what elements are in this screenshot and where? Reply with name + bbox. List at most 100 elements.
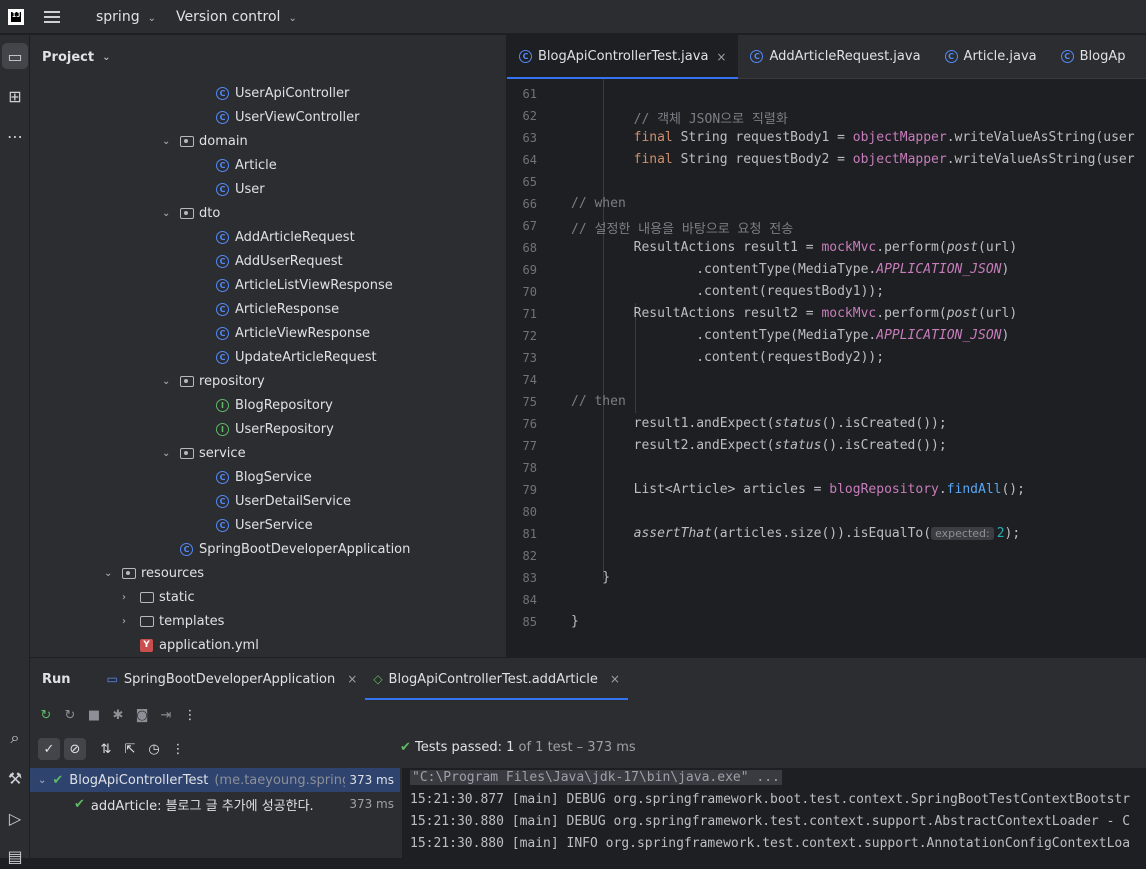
tree-item[interactable]: C ArticleResponse <box>216 297 339 321</box>
tree-item[interactable]: C AddArticleRequest <box>216 225 355 249</box>
tree-item[interactable]: ⌄ repository <box>162 369 265 393</box>
tree-item[interactable]: C User <box>216 177 265 201</box>
close-icon[interactable]: × <box>610 672 620 686</box>
test-result-row[interactable]: ⌄ ✔ BlogApiControllerTest (me.taeyoung.spri… <box>30 768 400 792</box>
chevron-down-icon[interactable]: ⌄ <box>162 208 176 219</box>
code-area[interactable]: 61 62 // 객체 JSON으로 직렬화 63 final String req… <box>507 79 1146 657</box>
code-line[interactable]: assertThat(articles.size()).isEqualTo(ex… <box>571 526 1021 541</box>
code-line[interactable]: final String requestBody2 = objectMapper… <box>571 152 1135 167</box>
code-line[interactable]: // then <box>571 394 626 409</box>
console-line: "C:\Program Files\Java\jdk-17\bin\java.e… <box>410 770 782 785</box>
close-icon[interactable]: × <box>716 50 726 64</box>
project-panel-header[interactable]: Project ⌄ <box>30 35 506 79</box>
tree-item[interactable]: I BlogRepository <box>216 393 333 417</box>
code-line[interactable]: .contentType(MediaType.APPLICATION_JSON) <box>571 328 1009 343</box>
editor-tab[interactable]: C Article.java <box>933 35 1049 79</box>
top-bar: IJ spring ⌄ Version control ⌄ <box>0 0 1146 34</box>
editor-tab[interactable]: C AddArticleRequest.java <box>738 35 932 79</box>
run-panel-header: Run ▭ SpringBootDeveloperApplication × ◇ Blo… <box>30 658 1146 700</box>
intellij-logo-icon[interactable]: IJ <box>8 8 24 25</box>
main-menu-icon[interactable] <box>44 10 60 23</box>
project-selector[interactable]: spring ⌄ <box>96 9 156 25</box>
structure-icon[interactable]: ⊞ <box>0 83 30 109</box>
code-line[interactable]: .content(requestBody2)); <box>571 350 884 365</box>
tree-item-label: AddUserRequest <box>235 253 343 269</box>
chevron-down-icon[interactable]: ⌄ <box>162 448 176 459</box>
more-tools-icon[interactable]: ⋯ <box>0 123 30 149</box>
tree-item[interactable]: C UpdateArticleRequest <box>216 345 377 369</box>
run-tab[interactable]: ▭ SpringBootDeveloperApplication × <box>99 658 366 700</box>
chevron-down-icon[interactable]: ⌄ <box>104 568 118 579</box>
interface-icon: I <box>216 398 229 412</box>
console-line: 15:21:30.880 [main] INFO org.springframe… <box>410 836 1130 851</box>
tree-item[interactable]: C UserDetailService <box>216 489 351 513</box>
tree-item[interactable]: ⌄ resources <box>104 561 204 585</box>
code-line[interactable]: ResultActions result1 = mockMvc.perform(… <box>571 240 1018 255</box>
tree-item[interactable]: ⌄ domain <box>162 129 248 153</box>
vcs-selector[interactable]: Version control ⌄ <box>176 9 297 25</box>
exit-icon[interactable]: ⇥ <box>154 708 178 723</box>
chevron-down-icon[interactable]: ⌄ <box>162 136 176 147</box>
code-line[interactable]: } <box>571 614 579 629</box>
code-line[interactable]: result2.andExpect(status().isCreated()); <box>571 438 947 453</box>
history-icon[interactable]: ◷ <box>142 742 166 757</box>
editor-tab[interactable]: C BlogAp <box>1049 35 1138 79</box>
services-icon[interactable]: ▷ <box>0 805 30 831</box>
chevron-down-icon[interactable]: ⌄ <box>38 775 46 786</box>
run-tab-label: SpringBootDeveloperApplication <box>123 671 336 687</box>
test-result-row[interactable]: ✔ addArticle: 블로그 글 추가에 성공한다. 373 ms <box>30 792 400 816</box>
editor-tab[interactable]: C BlogApiControllerTest.java × <box>507 35 739 79</box>
tree-item[interactable]: I UserRepository <box>216 417 334 441</box>
chevron-down-icon[interactable]: ⌄ <box>162 376 176 387</box>
console-output[interactable]: "C:\Program Files\Java\jdk-17\bin\java.e… <box>402 768 1146 859</box>
code-editor: C BlogApiControllerTest.java × C AddArticleR… <box>507 35 1146 657</box>
tree-item[interactable]: C BlogService <box>216 465 312 489</box>
code-line[interactable]: final String requestBody1 = objectMapper… <box>571 130 1135 145</box>
project-name: spring <box>96 8 140 25</box>
tree-item[interactable]: C UserViewController <box>216 105 359 129</box>
camera-icon[interactable]: ◙ <box>130 708 154 723</box>
tree-item[interactable]: C ArticleViewResponse <box>216 321 370 345</box>
tree-item[interactable]: C SpringBootDeveloperApplication <box>180 537 410 561</box>
code-line[interactable]: // when <box>571 196 626 211</box>
more-options-icon[interactable]: ⋮ <box>166 742 190 757</box>
class-icon: C <box>216 158 229 172</box>
console-line-text: 15:21:30.880 [main] INFO org.springframe… <box>410 836 1131 851</box>
show-ignored-icon[interactable]: ⊘ <box>64 738 86 760</box>
chevron-right-icon[interactable]: › <box>122 616 136 627</box>
code-line[interactable]: ResultActions result2 = mockMvc.perform(… <box>571 306 1018 321</box>
code-line[interactable]: // 설정한 내용을 바탕으로 요청 전송 <box>571 218 793 237</box>
code-line[interactable]: .contentType(MediaType.APPLICATION_JSON) <box>571 262 1009 277</box>
tree-item[interactable]: C AddUserRequest <box>216 249 343 273</box>
collapse-icon[interactable]: ⇱ <box>118 742 142 757</box>
build-hammer-icon[interactable]: ⚒ <box>0 765 30 791</box>
tree-item[interactable]: Yapplication.yml <box>140 633 259 657</box>
rerun-failed-icon[interactable]: ↻ <box>58 708 82 723</box>
tree-item[interactable]: › static <box>122 585 195 609</box>
show-passed-check-icon[interactable]: ✓ <box>38 738 60 760</box>
tree-item[interactable]: ⌄ dto <box>162 201 220 225</box>
tree-item[interactable]: C ArticleListViewResponse <box>216 273 393 297</box>
code-line[interactable]: // 객체 JSON으로 직렬화 <box>571 108 788 127</box>
sort-icon[interactable]: ⇅ <box>94 742 118 757</box>
tree-item[interactable]: C UserApiController <box>216 81 349 105</box>
project-folder-icon[interactable]: ▭ <box>2 43 28 69</box>
rerun-icon[interactable]: ↻ <box>34 708 58 723</box>
stop-icon[interactable]: ■ <box>82 708 106 723</box>
code-line[interactable]: } <box>571 570 610 585</box>
chevron-right-icon[interactable]: › <box>122 592 136 603</box>
tree-item[interactable]: › templates <box>122 609 224 633</box>
code-line[interactable]: List<Article> articles = blogRepository.… <box>571 482 1025 497</box>
tree-item[interactable]: ⌄ service <box>162 441 246 465</box>
run-tab[interactable]: ◇ BlogApiControllerTest.addArticle × <box>365 658 628 700</box>
tree-item[interactable]: C Article <box>216 153 277 177</box>
search-icon[interactable]: ⌕ <box>0 725 30 751</box>
more-options-icon[interactable]: ⋮ <box>178 708 202 723</box>
code-line[interactable]: result1.andExpect(status().isCreated()); <box>571 416 947 431</box>
close-icon[interactable]: × <box>347 672 357 686</box>
code-line[interactable]: .content(requestBody1)); <box>571 284 884 299</box>
tree-item[interactable]: C UserService <box>216 513 313 537</box>
class-icon: C <box>216 278 229 292</box>
debug-icon[interactable]: ✱ <box>106 708 130 723</box>
terminal-icon[interactable]: ▤ <box>0 843 30 869</box>
